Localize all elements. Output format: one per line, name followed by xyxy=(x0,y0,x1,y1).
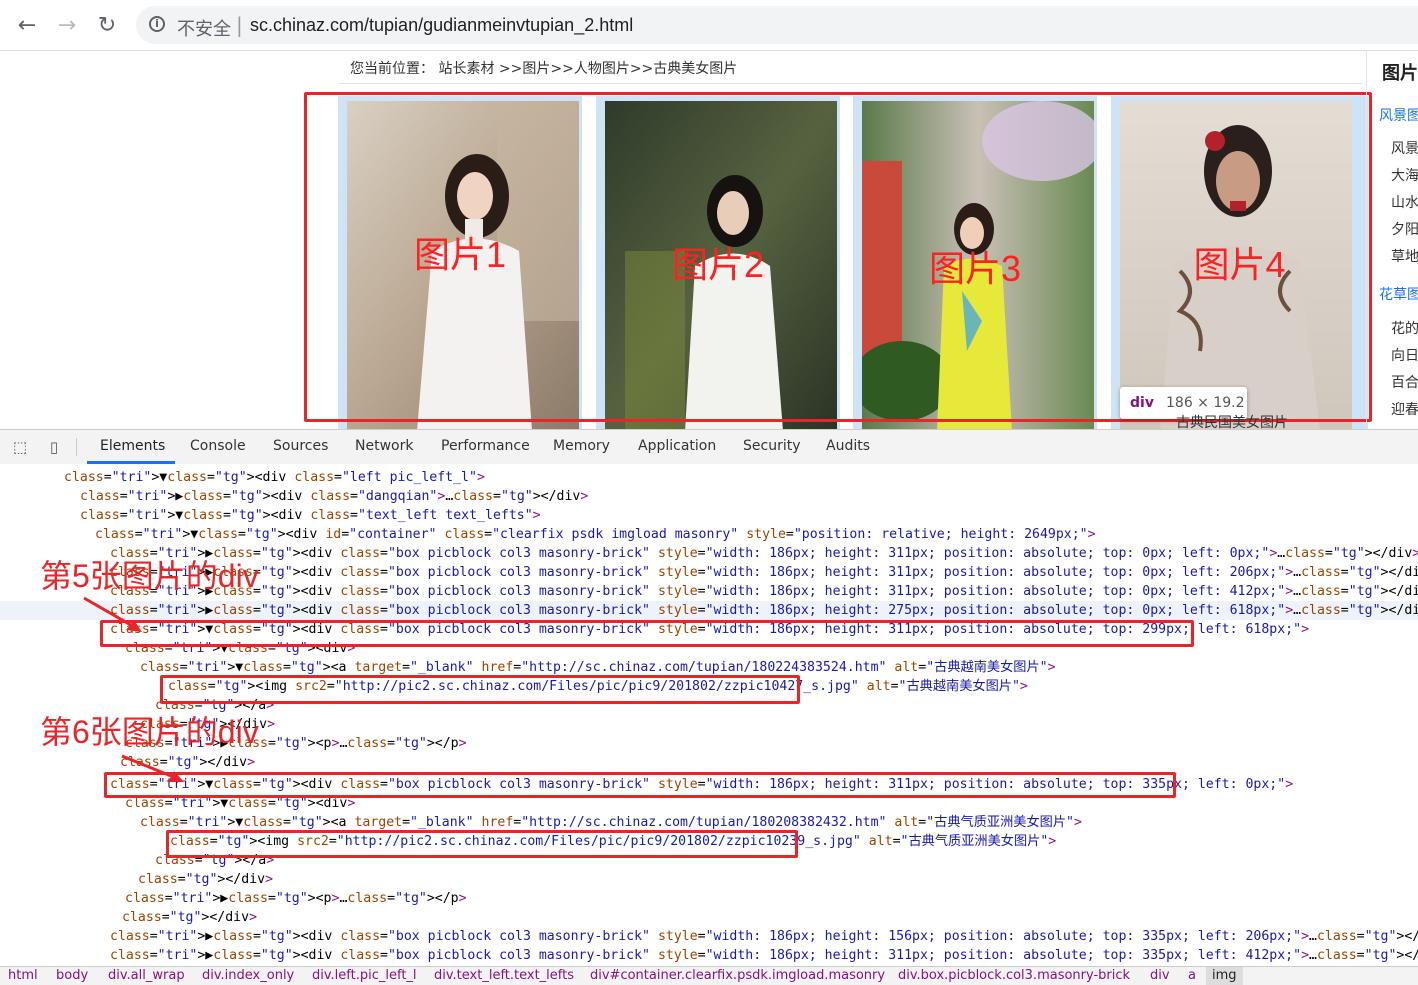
tab-security[interactable]: Security xyxy=(743,438,801,454)
picture-caption[interactable]: 古典民国美女图片 xyxy=(1176,412,1288,429)
tab-console[interactable]: Console xyxy=(190,438,246,454)
sidebar-item[interactable]: 夕阳 xyxy=(1391,219,1418,239)
annotation-label-div5: 第5张图片的div xyxy=(40,558,259,594)
info-icon[interactable]: i xyxy=(149,16,165,32)
web-page: 您当前位置： 站长素材 >>图片>>人物图片>>古典美女图片 图片1 图片2 图… xyxy=(0,51,1418,429)
breadcrumb-node[interactable]: html xyxy=(8,967,38,985)
dom-breadcrumbs: html body div.all_wrap div.index_only di… xyxy=(0,966,1418,985)
sidebar-item[interactable]: 风景 xyxy=(1391,138,1418,158)
sidebar-item[interactable]: 草地 xyxy=(1391,246,1418,266)
sidebar: 图片 风景图 风景 大海 山水 夕阳 草地 花草图 花的 向日 百合 迎春 xyxy=(1366,51,1418,429)
url-text[interactable]: sc.chinaz.com/tupian/gudianmeinvtupian_2… xyxy=(250,15,633,36)
dom-node[interactable]: class="tri">▶class="tg"><p>…class="tg"><… xyxy=(0,889,1418,908)
sidebar-item[interactable]: 山水 xyxy=(1391,192,1418,212)
reload-icon[interactable]: ↻ xyxy=(94,13,120,39)
sidebar-title: 图片 xyxy=(1382,63,1418,84)
url-separator: | xyxy=(236,13,243,37)
annotation-box-img6 xyxy=(166,830,798,858)
back-icon[interactable]: ← xyxy=(14,13,40,39)
breadcrumb: 您当前位置： 站长素材 >>图片>>人物图片>>古典美女图片 xyxy=(350,61,738,77)
sidebar-item[interactable]: 百合 xyxy=(1391,372,1418,392)
dom-node[interactable]: class="tri">▶class="tg"><div class="dang… xyxy=(0,487,1418,506)
sidebar-item[interactable]: 向日 xyxy=(1391,345,1418,365)
breadcrumb-node[interactable]: body xyxy=(56,967,88,985)
browser-toolbar: ← → ↻ i 不安全 | sc.chinaz.com/tupian/gudia… xyxy=(0,0,1418,51)
dom-node[interactable]: class="tg"></div> xyxy=(0,870,1418,889)
tooltip-tag: div xyxy=(1130,395,1154,411)
device-toolbar-icon[interactable]: ▯ xyxy=(45,438,63,456)
breadcrumb-node-selected[interactable]: img xyxy=(1206,967,1243,985)
annotation-arrow-div6 xyxy=(121,754,184,782)
picture-highlight-box xyxy=(304,92,1372,422)
dom-node[interactable]: class="tri">▶class="tg"><div class="box … xyxy=(0,601,1418,620)
breadcrumb-node[interactable]: div.left.pic_left_l xyxy=(312,967,417,985)
address-bar[interactable]: i 不安全 | sc.chinaz.com/tupian/gudianmeinv… xyxy=(136,6,1418,44)
tab-performance[interactable]: Performance xyxy=(441,438,530,454)
tab-elements[interactable]: Elements xyxy=(100,438,165,454)
dom-node[interactable]: class="tri">▼class="tg"><div class="text… xyxy=(0,506,1418,525)
forward-icon[interactable]: → xyxy=(54,13,80,39)
breadcrumb-node[interactable]: div#container.clearfix.psdk.imgload.maso… xyxy=(590,967,885,985)
breadcrumb-node[interactable]: div.index_only xyxy=(202,967,294,985)
breadcrumb-node[interactable]: div.box.picblock.col3.masonry-brick xyxy=(898,967,1130,985)
sidebar-item[interactable]: 花的 xyxy=(1391,318,1418,338)
tab-network[interactable]: Network xyxy=(355,438,413,454)
inspect-element-icon[interactable]: ⬚ xyxy=(11,438,29,456)
annotation-label-div6: 第6张图片的div xyxy=(40,714,259,750)
toolbar-divider xyxy=(76,438,77,456)
sidebar-category-scenery[interactable]: 风景图 xyxy=(1379,105,1418,125)
dom-node[interactable]: class="tri">▼class="tg"><div class="left… xyxy=(0,468,1418,487)
tab-memory[interactable]: Memory xyxy=(553,438,610,454)
security-label: 不安全 xyxy=(177,19,231,40)
tab-audits[interactable]: Audits xyxy=(826,438,870,454)
annotation-box-img5 xyxy=(160,675,800,704)
breadcrumb-bar: 您当前位置： 站长素材 >>图片>>人物图片>>古典美女图片 xyxy=(338,51,1362,84)
tab-application[interactable]: Application xyxy=(638,438,716,454)
breadcrumb-node[interactable]: a xyxy=(1188,967,1196,985)
annotation-box-div6 xyxy=(104,772,1176,798)
annotation-box-div5 xyxy=(100,620,1194,647)
breadcrumb-node[interactable]: div.all_wrap xyxy=(108,967,185,985)
dom-node[interactable]: class="tri">▼class="tg"><div id="contain… xyxy=(0,525,1418,544)
dom-node[interactable]: class="tg"></div> xyxy=(0,753,1418,772)
dom-node[interactable]: class="tg"></div> xyxy=(0,908,1418,927)
annotation-arrow-div5 xyxy=(83,596,142,632)
sidebar-item[interactable]: 迎春 xyxy=(1391,399,1418,419)
breadcrumb-node[interactable]: div.text_left.text_lefts xyxy=(434,967,574,985)
dom-node[interactable]: class="tri">▶class="tg"><div class="box … xyxy=(0,946,1418,965)
sidebar-item[interactable]: 大海 xyxy=(1391,165,1418,185)
sidebar-category-flowers[interactable]: 花草图 xyxy=(1379,284,1418,304)
breadcrumb-node[interactable]: div xyxy=(1150,967,1170,985)
devtools-tabbar: ⬚ ▯ Elements Console Sources Network Per… xyxy=(0,429,1418,465)
dom-node[interactable]: class="tri">▶class="tg"><div class="box … xyxy=(0,927,1418,946)
tab-sources[interactable]: Sources xyxy=(273,438,328,454)
